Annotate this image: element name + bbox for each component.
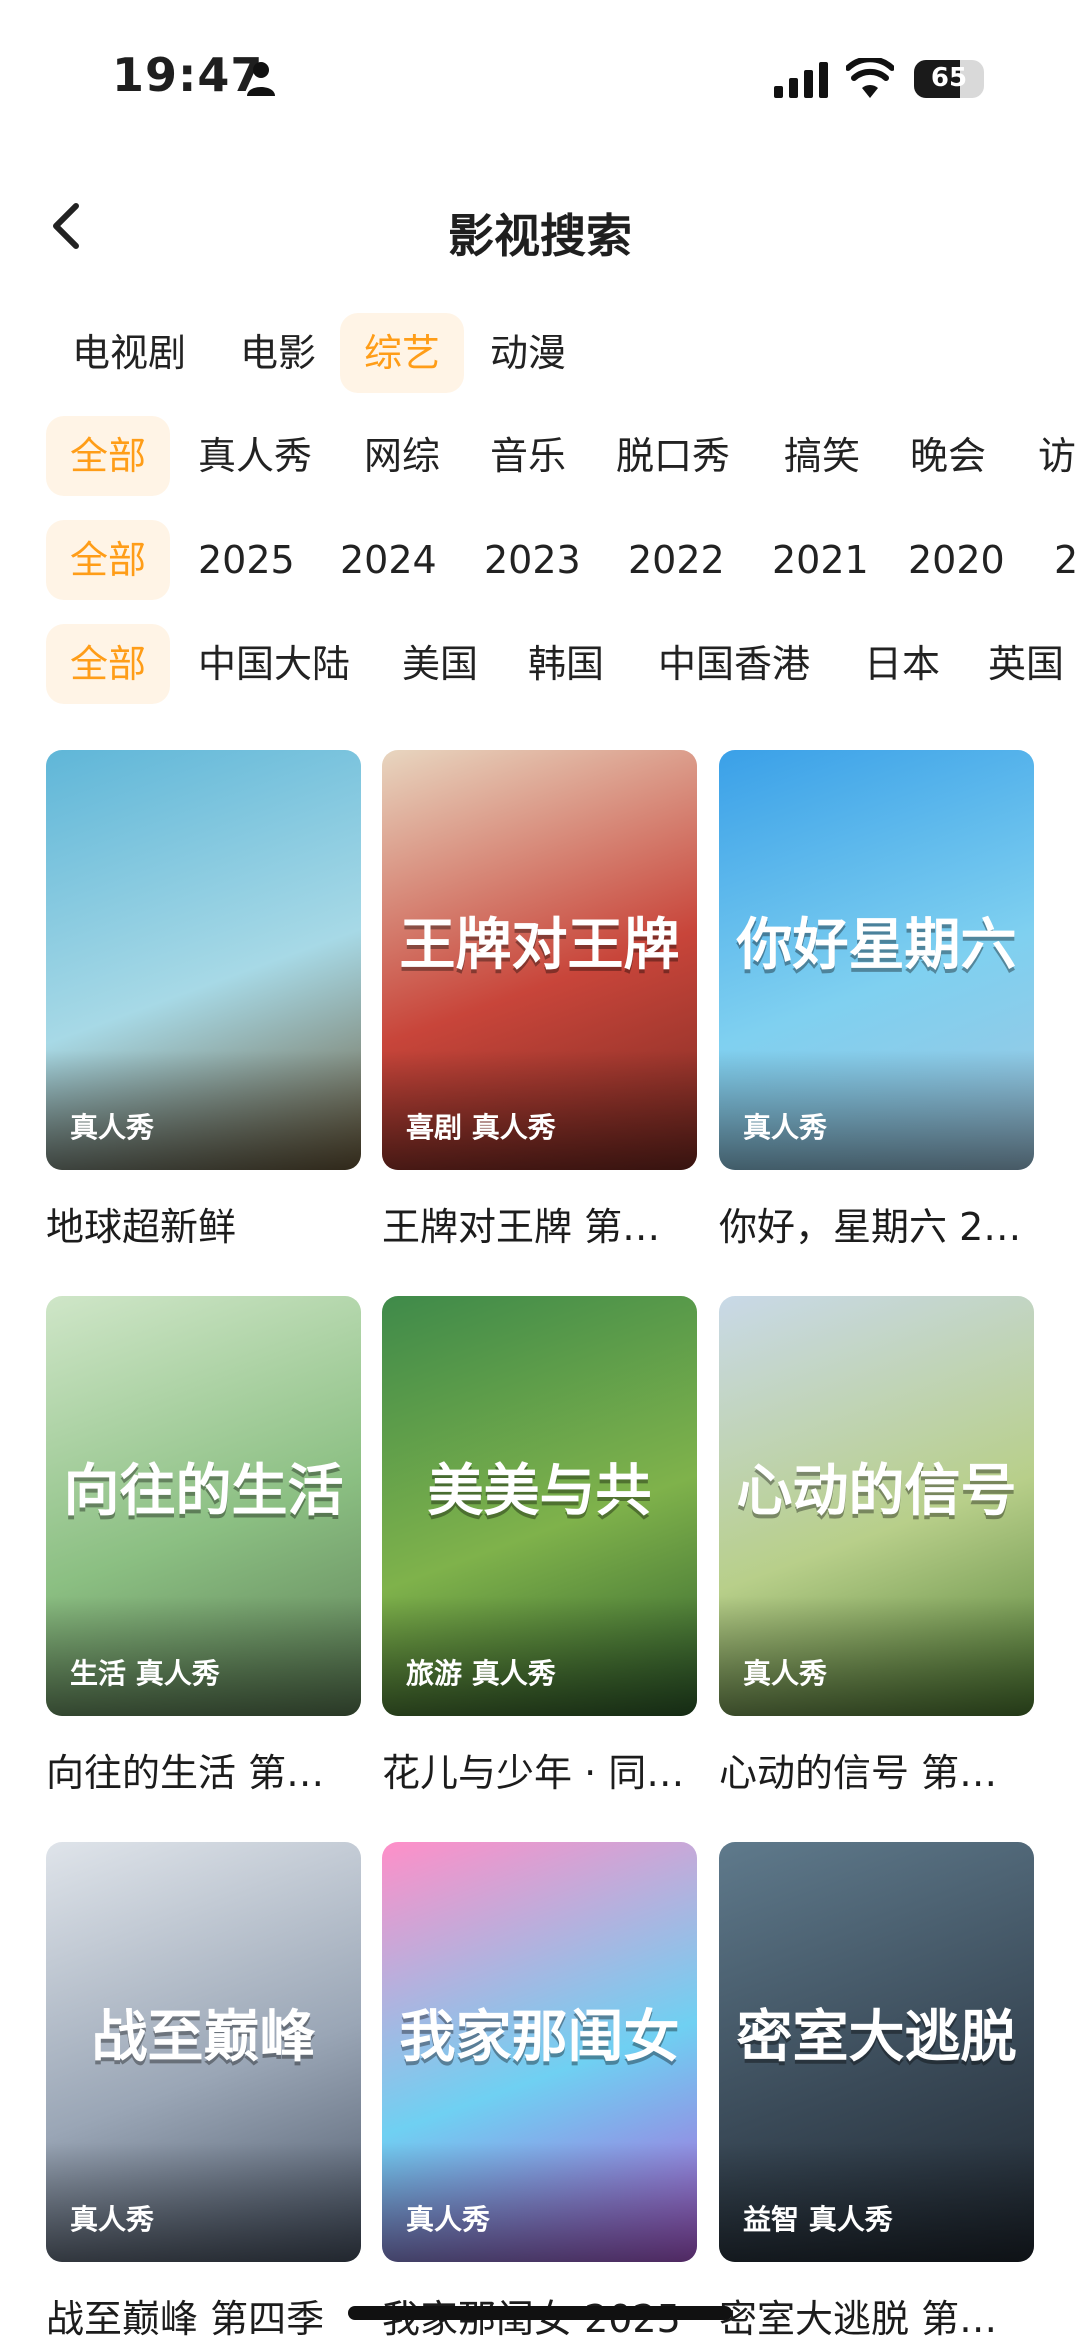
tab-variety[interactable]: 综艺 <box>340 313 465 393</box>
show-tags: 真人秀 <box>70 2203 155 2236</box>
show-tags: 真人秀 <box>70 1111 155 1144</box>
show-poster[interactable]: 战至巅峰真人秀 <box>46 1842 361 2262</box>
poster-art-text: 王牌对王牌 <box>399 913 680 978</box>
category-tabs: 电视剧 电影 综艺 动漫 <box>0 313 1080 393</box>
genre-chip-all[interactable]: 全部 <box>46 416 171 496</box>
show-tags: 旅游 真人秀 <box>406 1657 556 1690</box>
region-chip[interactable]: 韩国 <box>504 624 628 704</box>
year-chip[interactable]: 2020 <box>884 520 1029 600</box>
genre-chip[interactable]: 访 <box>1014 416 1080 496</box>
region-chip[interactable]: 中国香港 <box>634 624 834 704</box>
nav-bar: 影视搜索 <box>0 180 1080 270</box>
region-chip-all[interactable]: 全部 <box>46 624 171 704</box>
show-poster[interactable]: 美美与共旅游 真人秀 <box>382 1296 697 1716</box>
show-poster[interactable]: 王牌对王牌喜剧 真人秀 <box>382 750 697 1170</box>
page-title: 影视搜索 <box>448 209 632 263</box>
person-icon <box>247 62 275 96</box>
show-title[interactable]: 向往的生活 第… <box>46 1742 361 1797</box>
show-poster[interactable]: 真人秀 <box>46 750 361 1170</box>
home-indicator[interactable] <box>348 2306 732 2320</box>
show-poster[interactable]: 密室大逃脱益智 真人秀 <box>719 1842 1034 2262</box>
region-chip[interactable]: 英国 <box>964 624 1080 704</box>
battery-percent: 65 <box>930 63 968 93</box>
show-poster[interactable]: 你好星期六真人秀 <box>719 750 1034 1170</box>
poster-art-text: 美美与共 <box>427 1459 652 1524</box>
show-poster[interactable]: 向往的生活生活 真人秀 <box>46 1296 361 1716</box>
year-chip[interactable]: 20 <box>1030 520 1080 600</box>
poster-art-text: 你好星期六 <box>736 913 1017 978</box>
year-chip[interactable]: 2025 <box>174 520 319 600</box>
poster-art-text: 心动的信号 <box>736 1459 1017 1524</box>
genre-chip[interactable]: 真人秀 <box>174 416 336 496</box>
tab-anime[interactable]: 动漫 <box>466 313 590 393</box>
show-tags: 真人秀 <box>743 1111 828 1144</box>
show-tags: 喜剧 真人秀 <box>406 1111 556 1144</box>
poster-art-text: 战至巅峰 <box>91 2005 316 2070</box>
show-poster[interactable]: 心动的信号真人秀 <box>719 1296 1034 1716</box>
battery-icon: 65 <box>914 60 984 98</box>
poster-art-text: 密室大逃脱 <box>736 2005 1017 2070</box>
tab-movie[interactable]: 电影 <box>216 313 340 393</box>
poster-art-text: 我家那闺女 <box>399 2005 680 2070</box>
status-bar: 19:47 65 <box>0 0 1080 160</box>
region-chip[interactable]: 美国 <box>378 624 502 704</box>
show-title[interactable]: 王牌对王牌 第… <box>382 1196 697 1251</box>
show-tags: 益智 真人秀 <box>743 2203 893 2236</box>
show-title[interactable]: 地球超新鲜 <box>46 1196 361 1251</box>
genre-chip[interactable]: 音乐 <box>466 416 590 496</box>
show-tags: 真人秀 <box>743 1657 828 1690</box>
genre-filter-row: 全部 真人秀 网综 音乐 脱口秀 搞笑 晚会 访 <box>0 416 1080 496</box>
show-title[interactable]: 战至巅峰 第四季 <box>46 2288 361 2343</box>
show-poster[interactable]: 我家那闺女真人秀 <box>382 1842 697 2262</box>
genre-chip[interactable]: 网综 <box>340 416 464 496</box>
region-filter-row: 全部 中国大陆 美国 韩国 中国香港 日本 英国 <box>0 624 1080 704</box>
genre-chip[interactable]: 晚会 <box>886 416 1010 496</box>
show-tags: 真人秀 <box>406 2203 491 2236</box>
show-title[interactable]: 密室大逃脱 第… <box>719 2288 1034 2343</box>
year-chip[interactable]: 2023 <box>460 520 605 600</box>
genre-chip[interactable]: 脱口秀 <box>592 416 754 496</box>
signal-icon <box>774 62 828 98</box>
wifi-icon <box>846 58 894 98</box>
year-chip[interactable]: 2024 <box>316 520 461 600</box>
show-title[interactable]: 你好，星期六 2… <box>719 1196 1034 1251</box>
region-chip[interactable]: 日本 <box>840 624 964 704</box>
status-time: 19:47 <box>112 48 264 102</box>
show-title[interactable]: 花儿与少年 · 同… <box>382 1742 697 1797</box>
poster-art-text: 向往的生活 <box>63 1459 344 1524</box>
tab-tv[interactable]: 电视剧 <box>48 313 210 393</box>
region-chip[interactable]: 中国大陆 <box>174 624 374 704</box>
genre-chip[interactable]: 搞笑 <box>760 416 884 496</box>
year-filter-row: 全部 2025 2024 2023 2022 2021 2020 20 <box>0 520 1080 600</box>
show-tags: 生活 真人秀 <box>70 1657 220 1690</box>
show-title[interactable]: 心动的信号 第… <box>719 1742 1034 1797</box>
year-chip[interactable]: 2021 <box>748 520 893 600</box>
year-chip[interactable]: 2022 <box>604 520 749 600</box>
year-chip-all[interactable]: 全部 <box>46 520 171 600</box>
